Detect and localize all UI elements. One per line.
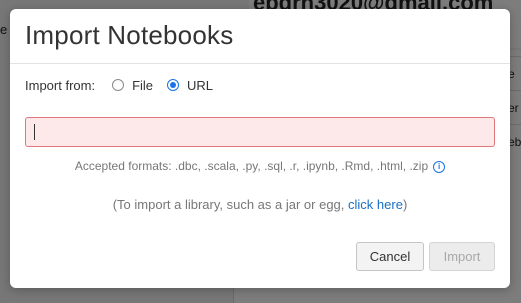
library-hint: (To import a library, such as a jar or e… bbox=[10, 197, 510, 212]
accepted-formats: Accepted formats: .dbc, .scala, .py, .sq… bbox=[10, 159, 510, 173]
library-hint-suffix: ) bbox=[402, 197, 408, 212]
radio-url-label[interactable]: URL bbox=[187, 78, 213, 93]
radio-url-button[interactable] bbox=[167, 79, 180, 91]
text-caret bbox=[34, 124, 35, 140]
radio-file[interactable]: File bbox=[112, 78, 153, 93]
info-icon[interactable]: i bbox=[433, 161, 446, 173]
library-hint-prefix: (To import a library, such as a jar or e… bbox=[112, 197, 349, 212]
radio-url[interactable]: URL bbox=[167, 78, 213, 93]
import-button[interactable]: Import bbox=[429, 242, 495, 271]
title-divider bbox=[10, 63, 510, 64]
url-input[interactable] bbox=[25, 117, 495, 147]
import-notebooks-dialog: Import Notebooks Import from: File URL A… bbox=[10, 9, 510, 288]
radio-file-label[interactable]: File bbox=[132, 78, 153, 93]
import-from-label: Import from: bbox=[25, 77, 96, 93]
dialog-title: Import Notebooks bbox=[25, 20, 234, 50]
import-from-row: Import from: File URL bbox=[25, 76, 227, 94]
cancel-button[interactable]: Cancel bbox=[356, 242, 424, 271]
accepted-formats-text: Accepted formats: .dbc, .scala, .py, .sq… bbox=[74, 159, 429, 173]
radio-file-button[interactable] bbox=[112, 79, 125, 91]
background-left-text: e bbox=[0, 22, 8, 37]
click-here-link[interactable]: click here bbox=[348, 197, 403, 212]
